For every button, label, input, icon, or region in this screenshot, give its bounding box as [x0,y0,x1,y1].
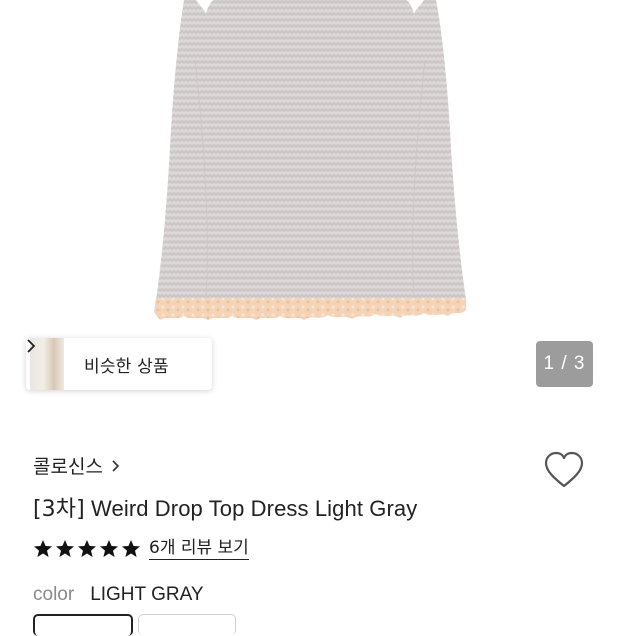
star-icon [56,540,74,557]
product-title: [3차] Weird Drop Top Dress Light Gray [33,491,417,523]
chevron-right-icon [111,459,120,473]
heart-icon[interactable] [542,449,586,491]
title-prefix: [3차] [33,497,85,522]
reviews-link[interactable]: 6개 리뷰 보기 [149,538,249,560]
brand-link[interactable]: 콜로신스 [33,452,120,479]
color-option-selected[interactable] [33,614,133,636]
similar-products-label: 비슷한 상품 [84,356,169,377]
rating-stars [33,539,141,559]
color-option[interactable] [138,614,236,635]
rating-row: 6개 리뷰 보기 [33,538,249,560]
star-icon [34,540,52,557]
color-label: color [33,584,75,605]
star-icon [100,540,118,557]
similar-products-button[interactable]: 비슷한 상품 [26,338,212,390]
color-row: color LIGHT GRAY [33,584,204,606]
star-icon [78,540,96,557]
title-text: Weird Drop Top Dress Light Gray [91,496,418,521]
star-icon [122,540,140,557]
product-image-gallery[interactable]: 비슷한 상품 1 / 3 [0,0,620,410]
brand-name: 콜로신스 [33,456,103,478]
image-pager: 1 / 3 [536,341,593,387]
color-value: LIGHT GRAY [90,584,204,605]
